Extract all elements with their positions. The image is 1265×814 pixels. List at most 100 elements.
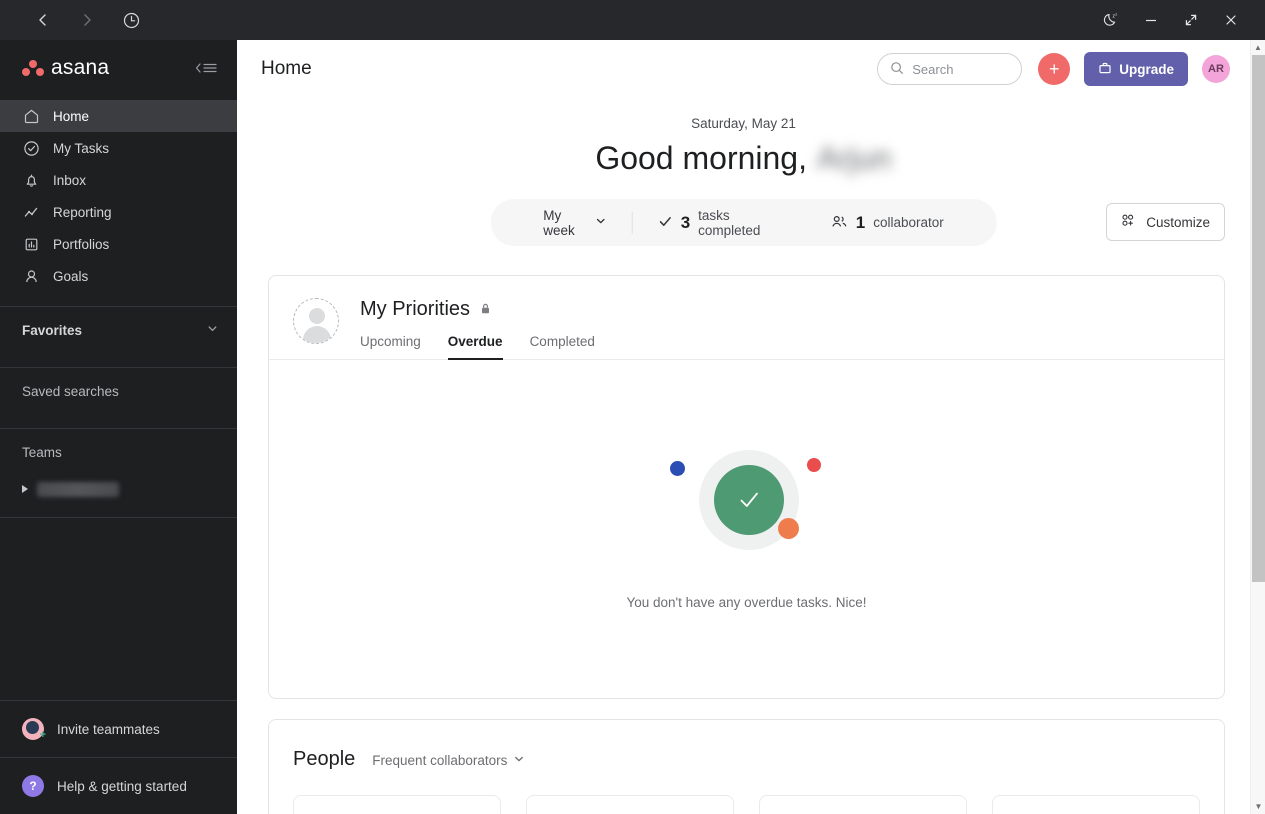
invite-label: Invite teammates xyxy=(57,721,160,737)
create-new-button[interactable]: + xyxy=(1038,53,1071,85)
grid-plus-icon xyxy=(1121,213,1137,232)
tasks-completed-label: tasks completed xyxy=(698,207,761,238)
empty-state: You don't have any overdue tasks. Nice! xyxy=(269,360,1224,698)
collaborators-stat: 1 collaborator xyxy=(806,213,969,233)
top-bar: Home Search + Upgrade AR xyxy=(237,40,1250,98)
chevron-down-icon xyxy=(513,753,525,768)
invite-person-icon: + xyxy=(22,718,46,741)
greeting-line: Good morning, Arjun xyxy=(237,140,1250,177)
people-card: People Frequent collaborators xyxy=(268,719,1225,814)
people-header: People Frequent collaborators xyxy=(269,720,1224,771)
placeholder-body xyxy=(303,326,331,343)
sidebar-item-label: Home xyxy=(53,108,90,124)
tasks-completed-count: 3 xyxy=(680,212,691,232)
my-priorities-header: My Priorities Upcoming Overdue Completed xyxy=(269,276,1224,360)
scroll-up-arrow[interactable]: ▲ xyxy=(1251,40,1265,55)
sidebar-item-portfolios[interactable]: Portfolios xyxy=(0,228,237,260)
team-name-redacted xyxy=(37,481,119,497)
customize-label: Customize xyxy=(1146,214,1210,230)
help-getting-started-button[interactable]: ? Help & getting started xyxy=(0,758,237,814)
week-range-dropdown[interactable]: My week xyxy=(518,208,632,238)
sidebar-item-reporting[interactable]: Reporting xyxy=(0,196,237,228)
invite-teammates-button[interactable]: + Invite teammates xyxy=(0,701,237,757)
placeholder-head xyxy=(309,308,325,324)
my-priorities-title: My Priorities xyxy=(360,298,595,321)
collaborators-label: collaborator xyxy=(873,215,944,230)
sidebar-item-label: Goals xyxy=(53,268,89,284)
illustration-green-circle xyxy=(713,465,784,535)
person-card[interactable] xyxy=(759,795,967,814)
sidebar-header: asana xyxy=(0,40,237,96)
close-icon[interactable] xyxy=(1211,1,1251,39)
asana-logo-icon xyxy=(22,59,44,77)
tab-overdue[interactable]: Overdue xyxy=(447,334,503,360)
person-card[interactable] xyxy=(293,795,501,814)
customize-button[interactable]: Customize xyxy=(1106,203,1225,241)
tab-completed[interactable]: Completed xyxy=(530,334,595,360)
goals-person-icon xyxy=(22,267,40,285)
checkmark-circle-illustration xyxy=(642,444,852,559)
sidebar: asana Home My Tasks Inbox Reporting Port… xyxy=(0,40,237,814)
greeting-user-name-redacted: Arjun xyxy=(816,140,892,176)
greeting-text: Good morning, xyxy=(595,140,807,176)
illustration-dot-blue xyxy=(669,461,685,476)
minimize-icon[interactable] xyxy=(1131,1,1171,39)
collapse-sidebar-icon[interactable] xyxy=(193,60,219,76)
search-input[interactable]: Search xyxy=(877,53,1023,85)
week-range-label: My week xyxy=(543,207,575,238)
sidebar-item-label: Inbox xyxy=(53,172,87,188)
check-circle-icon xyxy=(22,139,40,157)
main-content: Home Search + Upgrade AR Saturday, May 2… xyxy=(237,40,1250,814)
user-avatar[interactable]: AR xyxy=(1202,55,1230,83)
search-placeholder: Search xyxy=(912,61,954,77)
sleep-moon-icon[interactable]: zz xyxy=(1091,1,1131,39)
upgrade-button[interactable]: Upgrade xyxy=(1084,52,1188,86)
check-icon xyxy=(658,214,673,232)
page-title: Home xyxy=(261,58,312,79)
forward-icon[interactable] xyxy=(74,7,100,33)
sidebar-item-home[interactable]: Home xyxy=(0,100,237,132)
person-card[interactable] xyxy=(526,795,734,814)
asana-wordmark: asana xyxy=(51,56,110,79)
chevron-down-icon xyxy=(206,322,219,338)
portfolio-icon xyxy=(22,235,40,253)
scrollbar-thumb[interactable] xyxy=(1252,55,1265,582)
sidebar-item-inbox[interactable]: Inbox xyxy=(0,164,237,196)
back-icon[interactable] xyxy=(30,7,56,33)
sidebar-item-label: Portfolios xyxy=(53,236,110,252)
my-priorities-titleblock: My Priorities Upcoming Overdue Completed xyxy=(360,298,595,360)
sidebar-team-row[interactable] xyxy=(0,475,237,503)
illustration-dot-orange xyxy=(777,518,799,539)
sidebar-item-goals[interactable]: Goals xyxy=(0,260,237,292)
favorites-label: Favorites xyxy=(22,322,83,338)
tab-upcoming[interactable]: Upcoming xyxy=(360,334,421,360)
upgrade-label: Upgrade xyxy=(1119,61,1174,77)
sidebar-item-label: Reporting xyxy=(53,204,112,220)
people-title: People xyxy=(293,748,356,770)
empty-state-text: You don't have any overdue tasks. Nice! xyxy=(626,595,867,610)
clock-icon[interactable] xyxy=(118,7,144,33)
bell-icon xyxy=(22,171,40,189)
question-mark-icon: ? xyxy=(22,775,44,797)
sidebar-item-my-tasks[interactable]: My Tasks xyxy=(0,132,237,164)
person-placeholder-icon xyxy=(293,298,339,344)
sidebar-section-saved-searches[interactable]: Saved searches xyxy=(0,368,237,414)
window-controls: zz xyxy=(1091,1,1265,39)
vertical-scrollbar[interactable]: ▲ ▼ xyxy=(1250,40,1265,814)
sidebar-section-favorites[interactable]: Favorites xyxy=(0,307,237,353)
expand-triangle-icon xyxy=(22,485,28,493)
briefcase-icon xyxy=(1098,61,1112,78)
asana-logo[interactable]: asana xyxy=(22,56,109,80)
people-filter-dropdown[interactable]: Frequent collaborators xyxy=(372,753,525,768)
sidebar-section-teams[interactable]: Teams xyxy=(0,429,237,475)
people-filter-label: Frequent collaborators xyxy=(372,753,508,768)
teams-label: Teams xyxy=(22,444,62,460)
svg-text:z: z xyxy=(1115,12,1117,17)
window-titlebar: zz xyxy=(0,0,1265,40)
person-card[interactable] xyxy=(992,795,1200,814)
collaborators-count: 1 xyxy=(855,212,866,232)
scroll-down-arrow[interactable]: ▼ xyxy=(1251,799,1265,814)
maximize-icon[interactable] xyxy=(1171,1,1211,39)
people-grid xyxy=(269,771,1224,814)
